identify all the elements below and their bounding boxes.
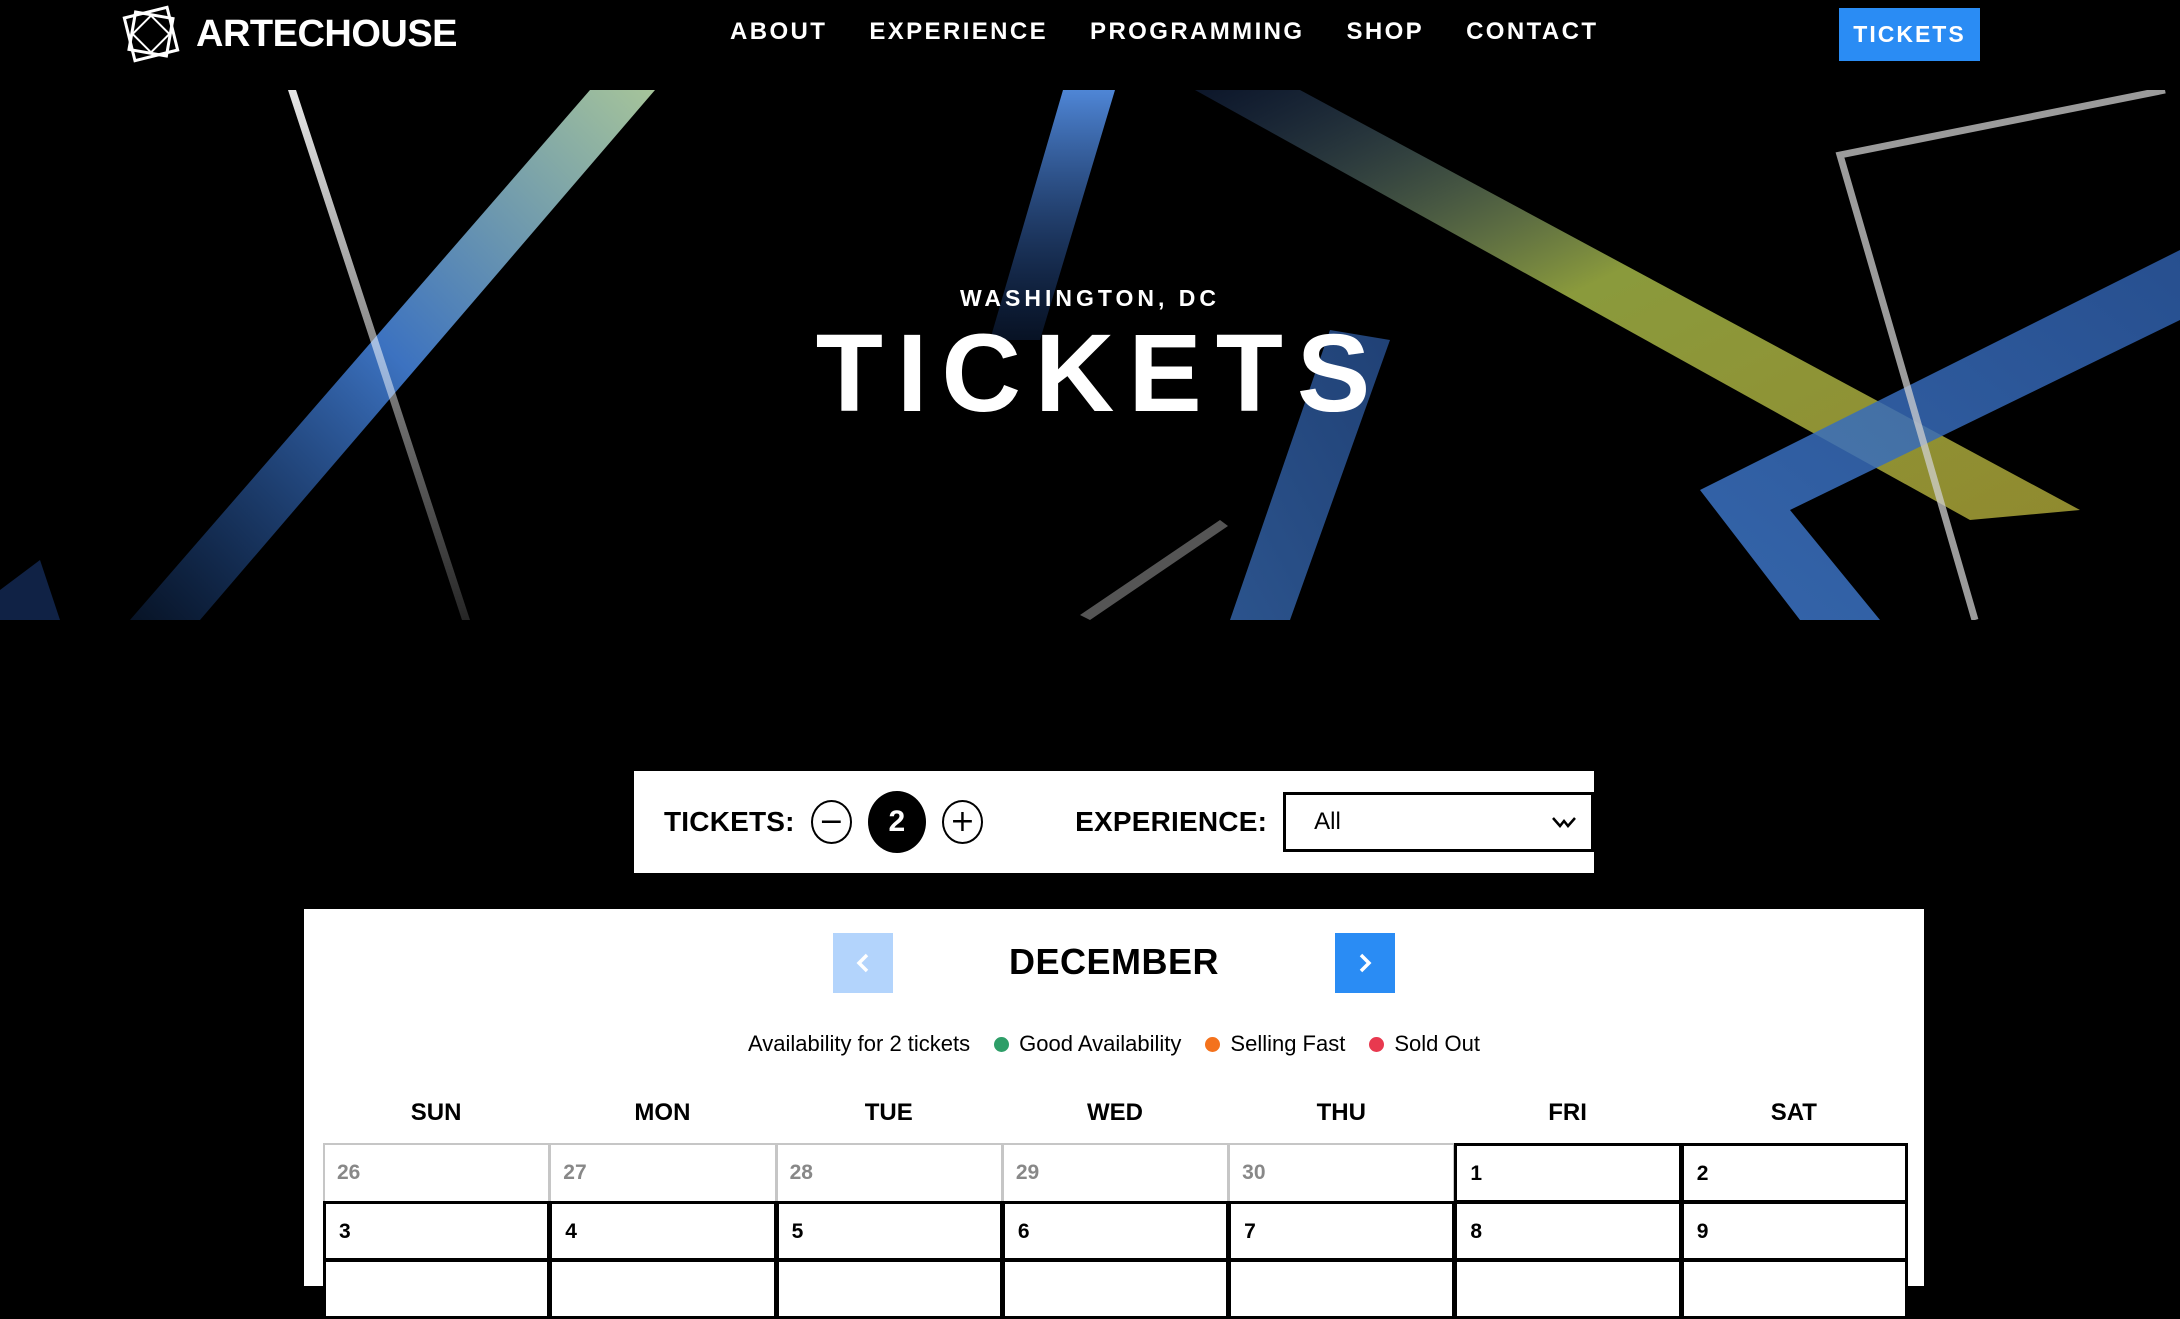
calendar-day: 28 <box>775 1143 1003 1203</box>
weekday-mon: MON <box>634 1099 691 1126</box>
weekday-thu: THU <box>1316 1099 1366 1126</box>
orange-dot-icon <box>1205 1036 1221 1052</box>
calendar-day[interactable]: 4 <box>549 1201 777 1261</box>
calendar-day[interactable]: 7 <box>1228 1201 1456 1261</box>
calendar-day[interactable]: 3 <box>323 1201 551 1261</box>
legend-sold-out: Sold Out <box>1369 1031 1480 1057</box>
weekday-sat: SAT <box>1770 1099 1817 1126</box>
next-month-button[interactable] <box>1335 933 1395 993</box>
weekday-sun: SUN <box>410 1099 462 1126</box>
site-header: ARTECHOUSE ABOUT EXPERIENCE PROGRAMMING … <box>0 0 2180 68</box>
nav-about[interactable]: ABOUT <box>730 18 827 46</box>
hero-banner: WASHINGTON, DC TICKETS <box>0 90 2180 620</box>
tickets-label: TICKETS: <box>664 806 795 837</box>
green-dot-icon <box>994 1036 1010 1052</box>
ticket-filter-bar: TICKETS: − 2 + EXPERIENCE: All <box>634 771 1594 873</box>
calendar-day[interactable] <box>1228 1259 1456 1319</box>
weekday-fri: FRI <box>1548 1099 1587 1126</box>
legend-good-label: Good Availability <box>1019 1031 1182 1056</box>
calendar-day[interactable] <box>323 1259 551 1319</box>
main-nav: ABOUT EXPERIENCE PROGRAMMING SHOP CONTAC… <box>730 18 1598 46</box>
calendar-day: 27 <box>549 1143 777 1203</box>
minus-icon: − <box>818 804 844 839</box>
calendar-day[interactable] <box>1680 1259 1908 1319</box>
calendar-day[interactable] <box>1454 1259 1682 1319</box>
nav-experience[interactable]: EXPERIENCE <box>869 18 1048 46</box>
calendar-day[interactable] <box>549 1259 777 1319</box>
weekday-wed: WED <box>1086 1099 1143 1126</box>
weekday-tue: TUE <box>864 1099 913 1126</box>
logo-mark-icon <box>120 3 182 65</box>
calendar-day[interactable]: 6 <box>1001 1201 1230 1261</box>
weekday-header: SUN MON TUE WED THU FRI SAT <box>323 1099 1907 1127</box>
calendar-day: 29 <box>1001 1143 1230 1203</box>
legend-sold-out-label: Sold Out <box>1394 1031 1480 1056</box>
legend-selling-fast: Selling Fast <box>1205 1031 1345 1057</box>
experience-select[interactable]: All <box>1283 792 1594 852</box>
calendar: DECEMBER Availability for 2 tickets Good… <box>304 909 1924 1319</box>
calendar-grid: 26 27 28 29 30 1 2 3 4 5 6 7 8 9 <box>323 1143 1908 1319</box>
legend-good: Good Availability <box>994 1031 1181 1057</box>
ticket-quantity: 2 <box>868 791 926 853</box>
chevron-right-icon <box>1359 953 1372 973</box>
calendar-day: 30 <box>1228 1143 1456 1203</box>
calendar-nav: DECEMBER <box>304 933 1924 993</box>
calendar-day[interactable]: 2 <box>1680 1143 1908 1203</box>
calendar-day[interactable]: 8 <box>1454 1201 1682 1261</box>
calendar-day[interactable]: 5 <box>775 1201 1003 1261</box>
experience-label: EXPERIENCE: <box>1075 806 1268 837</box>
nav-shop[interactable]: SHOP <box>1346 18 1424 46</box>
red-dot-icon <box>1369 1036 1385 1052</box>
availability-text: Availability for 2 tickets <box>748 1031 971 1056</box>
calendar-day: 26 <box>323 1143 551 1203</box>
legend-selling-fast-label: Selling Fast <box>1230 1031 1346 1056</box>
nav-contact[interactable]: CONTACT <box>1466 18 1598 46</box>
month-title: DECEMBER <box>1008 941 1219 982</box>
experience-select-value: All <box>1314 808 1341 835</box>
artechouse-logo[interactable]: ARTECHOUSE <box>120 3 458 65</box>
previous-month-button[interactable] <box>833 933 893 993</box>
header-tickets-button[interactable]: TICKETS <box>1839 8 1980 61</box>
logo-text: ARTECHOUSE <box>196 12 458 55</box>
calendar-day[interactable] <box>775 1259 1003 1319</box>
calendar-day[interactable]: 1 <box>1454 1143 1682 1203</box>
calendar-day[interactable] <box>1001 1259 1230 1319</box>
hero-location: WASHINGTON, DC <box>959 285 1221 311</box>
chevron-left-icon <box>856 953 869 973</box>
availability-legend: Availability for 2 tickets Good Availabi… <box>304 1031 1924 1057</box>
increase-quantity-button[interactable]: + <box>941 800 984 844</box>
chevron-down-icon <box>1552 817 1576 828</box>
nav-programming[interactable]: PROGRAMMING <box>1090 18 1304 46</box>
decrease-quantity-button[interactable]: − <box>810 800 852 844</box>
calendar-day[interactable]: 9 <box>1680 1201 1908 1261</box>
plus-icon: + <box>949 804 975 839</box>
page-title: TICKETS <box>815 312 1385 435</box>
